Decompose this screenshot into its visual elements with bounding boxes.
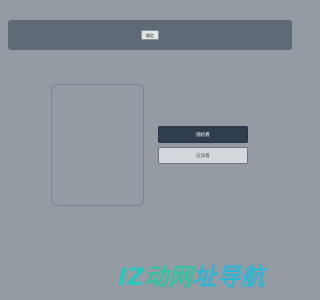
primary-action-button[interactable]: 随机看	[158, 126, 248, 143]
watermark-text-part-2: 动网	[144, 263, 193, 291]
top-confirm-button[interactable]: 确定	[141, 30, 159, 40]
watermark-logo: IZ动网址导航	[118, 262, 298, 292]
watermark-text-part-1: IZ	[118, 263, 145, 291]
secondary-action-button[interactable]: 应该看	[158, 147, 248, 164]
watermark-text-part-3: 址导航	[192, 263, 265, 291]
image-placeholder-frame	[51, 84, 144, 206]
